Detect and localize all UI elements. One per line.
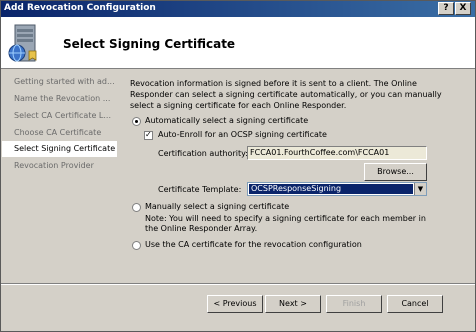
nav-item-revocation-provider[interactable]: Revocation Provider	[2, 158, 117, 174]
wizard-content: Revocation information is signed before …	[117, 69, 472, 283]
manual-select-radio[interactable]	[132, 203, 141, 212]
chevron-down-icon[interactable]: ▼	[414, 183, 426, 195]
window-title: Add Revocation Configuration	[4, 3, 156, 13]
nav-item-choose-ca-certificate[interactable]: Choose CA Certificate	[2, 125, 117, 141]
finish-button[interactable]: Finish	[326, 295, 382, 313]
next-button[interactable]: Next >	[265, 295, 321, 313]
nav-item-getting-started[interactable]: Getting started with ad...	[2, 74, 117, 90]
description-text: Revocation information is signed before …	[130, 79, 442, 110]
auto-select-radio[interactable]	[132, 117, 141, 126]
manual-select-label[interactable]: Manually select a signing certificate	[145, 202, 289, 211]
title-bar[interactable]: Add Revocation Configuration ? X	[1, 1, 475, 17]
browse-button[interactable]: Browse...	[364, 163, 427, 181]
auto-enroll-checkbox[interactable]	[144, 130, 153, 140]
help-button[interactable]: ?	[438, 2, 454, 15]
manual-note: Note: You will need to specify a signing…	[145, 214, 426, 233]
template-selected-value: OCSPResponseSigning	[249, 184, 413, 194]
nav-item-select-signing-certificate[interactable]: Select Signing Certificate	[2, 141, 117, 157]
previous-button[interactable]: < Previous	[207, 295, 263, 313]
nav-item-select-ca-location[interactable]: Select CA Certificate L...	[2, 108, 117, 124]
template-label: Certificate Template:	[158, 185, 242, 194]
template-select[interactable]: OCSPResponseSigning ▼	[247, 182, 427, 196]
server-certificate-icon	[8, 24, 37, 62]
ca-field: FCCA01.FourthCoffee.com\FCCA01	[247, 146, 427, 160]
auto-select-label[interactable]: Automatically select a signing certifica…	[145, 116, 308, 125]
cancel-button[interactable]: Cancel	[387, 295, 443, 313]
dialog-window: Add Revocation Configuration ? X Select …	[0, 0, 476, 332]
page-title: Select Signing Certificate	[63, 37, 236, 51]
close-button[interactable]: X	[455, 2, 471, 15]
ca-label: Certification authority:	[158, 149, 248, 158]
ca-certificate-radio[interactable]	[132, 241, 141, 250]
nav-item-name-revocation[interactable]: Name the Revocation ...	[2, 91, 117, 107]
wizard-header: Select Signing Certificate	[1, 17, 475, 69]
wizard-nav: Getting started with ad... Name the Revo…	[2, 69, 117, 283]
auto-enroll-label[interactable]: Auto-Enroll for an OCSP signing certific…	[158, 130, 327, 139]
footer-divider	[1, 283, 475, 285]
ca-certificate-label[interactable]: Use the CA certificate for the revocatio…	[145, 240, 362, 249]
